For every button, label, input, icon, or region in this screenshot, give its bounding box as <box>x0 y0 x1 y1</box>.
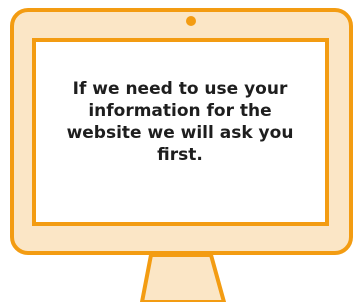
webcam-dot-icon <box>186 16 196 26</box>
screen-message: If we need to use your information for t… <box>66 79 294 165</box>
monitor-stand <box>140 253 226 302</box>
